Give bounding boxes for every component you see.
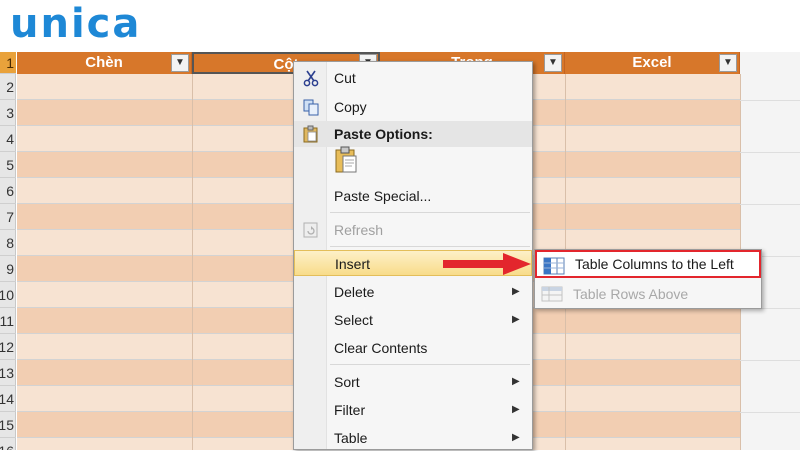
- menu-item-label: Refresh: [334, 222, 384, 238]
- table-header-label: Excel: [632, 54, 672, 71]
- insert-column-icon: [543, 256, 565, 276]
- submenu-arrow-icon: ▶: [512, 286, 520, 297]
- filter-dropdown-button[interactable]: ▼: [544, 54, 562, 72]
- menu-item-label: Insert: [335, 256, 371, 272]
- menu-item-label: Table: [334, 430, 368, 446]
- menu-item-copy[interactable]: Copy: [294, 94, 532, 120]
- gridline: [740, 412, 800, 413]
- row-header-5[interactable]: 5: [0, 152, 16, 178]
- row-header-4[interactable]: 4: [0, 126, 16, 152]
- logo-band: unica: [0, 0, 800, 52]
- unica-logo: unica: [10, 2, 141, 46]
- menu-item-refresh: Refresh: [294, 217, 532, 243]
- scissors-icon: [302, 69, 320, 87]
- menu-separator: [330, 212, 530, 213]
- submenu-item-table-columns-left[interactable]: Table Columns to the Left: [535, 250, 761, 278]
- table-header-chen[interactable]: Chèn: [17, 52, 192, 74]
- annotation-arrow-icon: [443, 253, 533, 275]
- menu-item-label: Clear Contents: [334, 340, 428, 356]
- gridline: [740, 204, 800, 205]
- menu-item-select[interactable]: Select ▶: [294, 307, 532, 333]
- menu-item-delete[interactable]: Delete ▶: [294, 279, 532, 305]
- paste-button-icon[interactable]: [334, 146, 358, 174]
- paste-icon: [302, 125, 320, 143]
- gridline: [740, 152, 800, 153]
- column-divider: [192, 74, 193, 450]
- row-header-12[interactable]: 12: [0, 334, 16, 360]
- insert-submenu: Table Columns to the Left Table Rows Abo…: [534, 249, 762, 309]
- row-header-7[interactable]: 7: [0, 204, 16, 230]
- menu-separator: [330, 364, 530, 365]
- row-header-15[interactable]: 15: [0, 412, 16, 438]
- menu-item-paste-special[interactable]: Paste Special...: [294, 183, 532, 209]
- submenu-item-label: Table Columns to the Left: [575, 256, 734, 272]
- row-header-11[interactable]: 11: [0, 308, 16, 334]
- row-header-column: 1 2 3 4 5 6 7 8 9 10 11 12 13 14 15 16: [0, 52, 16, 450]
- row-header-9[interactable]: 9: [0, 256, 16, 282]
- menu-item-cut[interactable]: Cut: [294, 65, 532, 91]
- submenu-arrow-icon: ▶: [512, 376, 520, 387]
- menu-item-clear-contents[interactable]: Clear Contents: [294, 335, 532, 361]
- row-header-13[interactable]: 13: [0, 360, 16, 386]
- menu-item-label: Sort: [334, 374, 360, 390]
- row-header-2[interactable]: 2: [0, 74, 16, 100]
- filter-dropdown-button[interactable]: ▼: [719, 54, 737, 72]
- menu-item-label: Cut: [334, 70, 356, 86]
- menu-item-filter[interactable]: Filter ▶: [294, 397, 532, 423]
- row-header-14[interactable]: 14: [0, 386, 16, 412]
- menu-item-sort[interactable]: Sort ▶: [294, 369, 532, 395]
- menu-section-paste-options: Paste Options:: [294, 121, 532, 147]
- menu-item-label: Copy: [334, 99, 367, 115]
- row-header-10[interactable]: 10: [0, 282, 16, 308]
- gridline: [740, 360, 800, 361]
- refresh-icon: [302, 221, 320, 239]
- menu-item-label: Select: [334, 312, 373, 328]
- menu-item-table[interactable]: Table ▶: [294, 425, 532, 451]
- logo-text: unica: [10, 1, 142, 47]
- row-header-16[interactable]: 16: [0, 438, 16, 450]
- submenu-item-table-rows-above: Table Rows Above: [535, 280, 761, 308]
- table-header-excel[interactable]: Excel: [565, 52, 740, 74]
- submenu-arrow-icon: ▶: [512, 432, 520, 443]
- menu-item-label: Paste Special...: [334, 188, 432, 204]
- submenu-arrow-icon: ▶: [512, 314, 520, 325]
- row-header-6[interactable]: 6: [0, 178, 16, 204]
- submenu-item-label: Table Rows Above: [573, 286, 689, 302]
- row-header-3[interactable]: 3: [0, 100, 16, 126]
- row-header-1[interactable]: 1: [0, 52, 16, 74]
- table-header-label: Chèn: [85, 54, 123, 71]
- menu-item-label: Delete: [334, 284, 375, 300]
- filter-dropdown-button[interactable]: ▼: [171, 54, 189, 72]
- submenu-arrow-icon: ▶: [512, 404, 520, 415]
- menu-item-label: Filter: [334, 402, 366, 418]
- menu-item-label: Paste Options:: [334, 126, 433, 142]
- insert-row-icon: [541, 284, 563, 304]
- row-header-8[interactable]: 8: [0, 230, 16, 256]
- copy-icon: [302, 98, 320, 116]
- gridline: [740, 100, 800, 101]
- menu-separator: [330, 246, 530, 247]
